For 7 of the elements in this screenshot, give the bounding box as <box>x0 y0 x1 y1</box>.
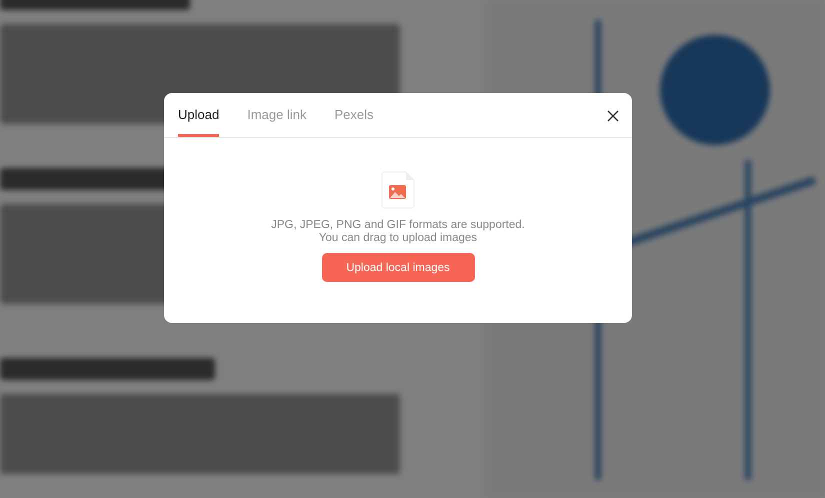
upload-hint: JPG, JPEG, PNG and GIF formats are supported. You can drag to upload images <box>270 219 526 245</box>
upload-local-images-button[interactable]: Upload local images <box>322 253 474 282</box>
close-icon[interactable] <box>607 110 619 122</box>
dialog-tab[interactable]: Upload <box>178 93 220 137</box>
image-file-icon <box>381 171 415 209</box>
dialog-tab[interactable]: Pexels <box>334 93 374 137</box>
dialog-tab[interactable]: Image link <box>247 93 306 137</box>
